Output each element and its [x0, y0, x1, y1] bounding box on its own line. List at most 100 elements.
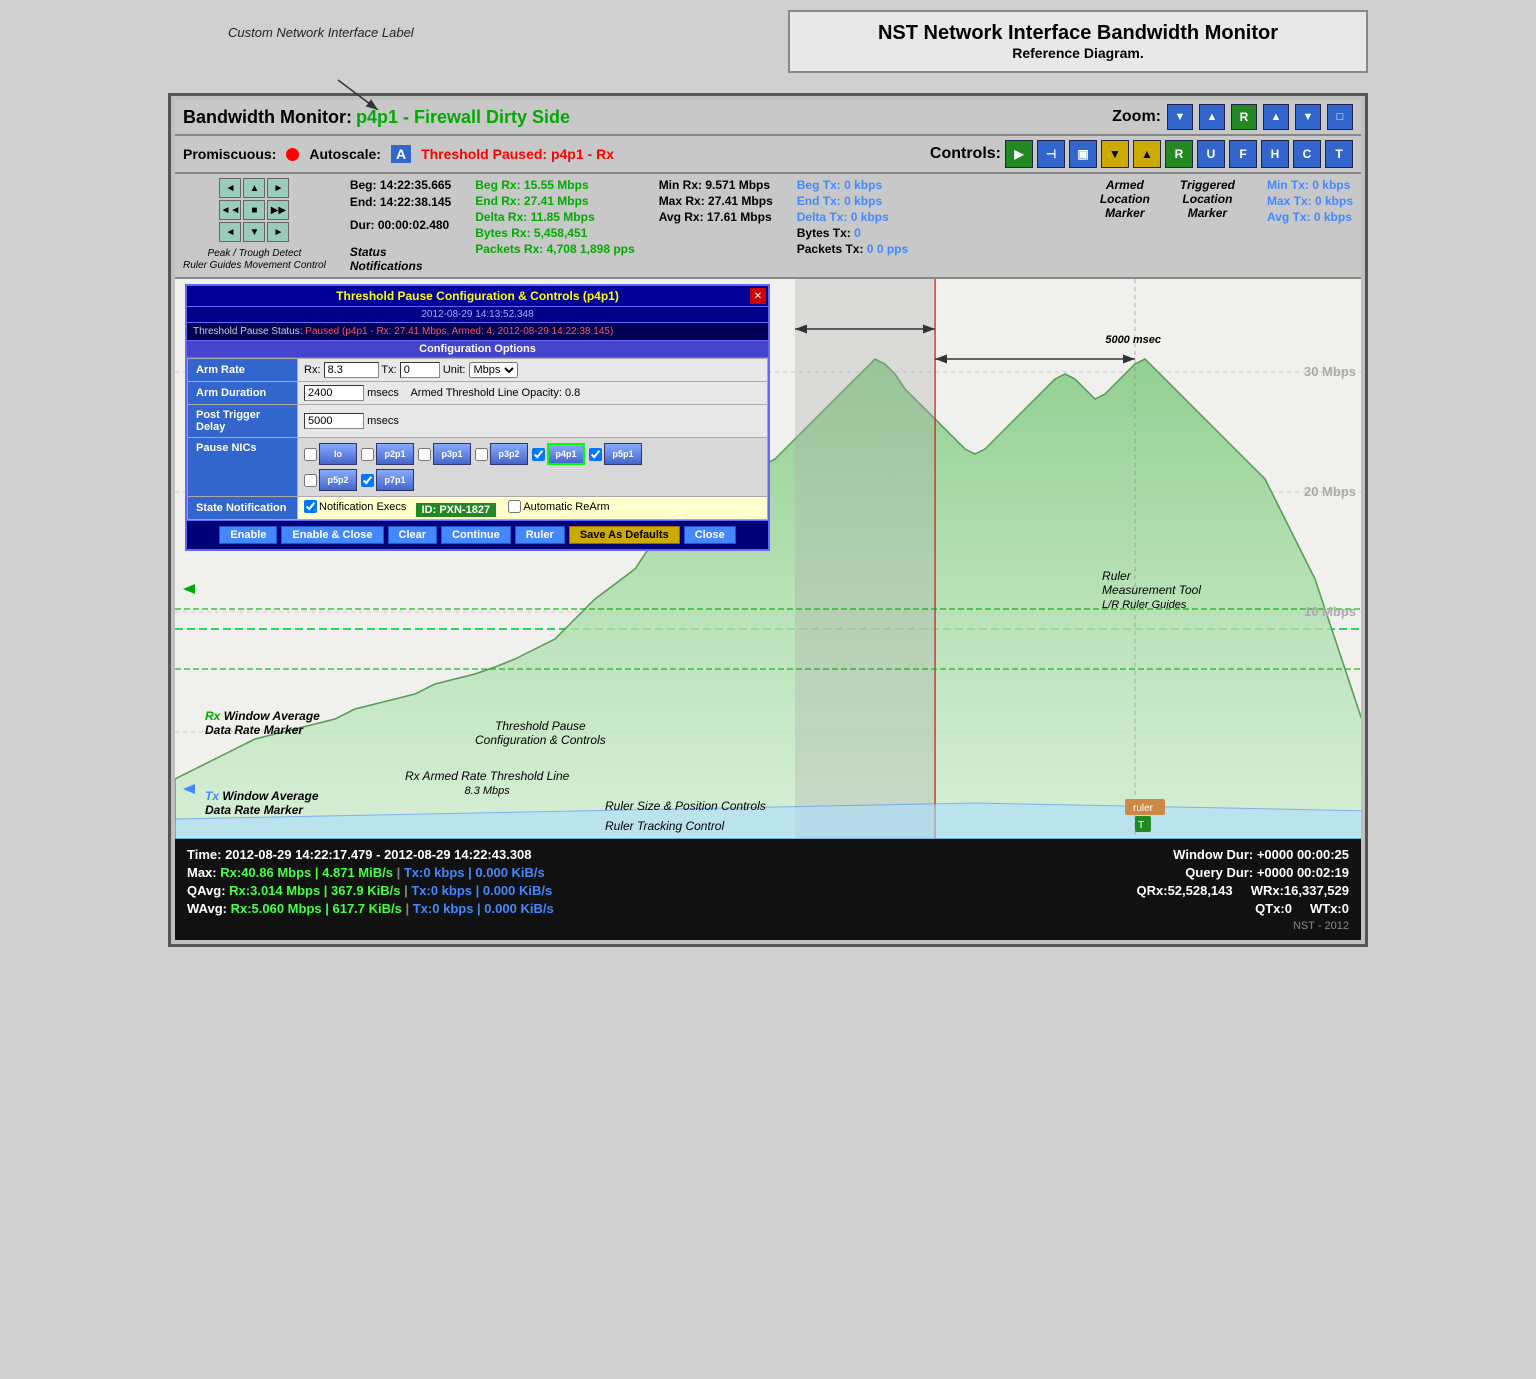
time-stats: Beg: 14:22:35.665 End: 14:22:38.145 Dur:… [350, 178, 451, 273]
popup-buttons-row: Enable Enable & Close Clear Continue Rul… [187, 520, 768, 549]
nic-p7p1-check[interactable] [361, 474, 374, 487]
nic-p5p2[interactable]: p5p2 [304, 469, 357, 491]
nic-p5p1[interactable]: p5p1 [589, 443, 642, 465]
nav-btn-left2[interactable]: ◄ [219, 222, 241, 242]
nav-btn-left-peak[interactable]: ◄ [219, 178, 241, 198]
nic-p3p1[interactable]: p3p1 [418, 443, 471, 465]
nic-p2p1[interactable]: p2p1 [361, 443, 414, 465]
tx-stats: Beg Tx: 0 kbps End Tx: 0 kbps Delta Tx: … [797, 178, 908, 256]
ctrl-btn-f[interactable]: F [1229, 140, 1257, 168]
arm-rate-row: Arm Rate Rx: Tx: Unit: Mbps kbps [188, 359, 768, 382]
nic-lo[interactable]: lo [304, 443, 357, 465]
dur-time: 00:00:02.480 [378, 218, 449, 232]
btn-save-defaults[interactable]: Save As Defaults [569, 526, 680, 544]
nav-btn-next[interactable]: ▶▶ [267, 200, 289, 220]
notification-execs-check-label[interactable]: Notification Execs [304, 500, 406, 513]
zoom-btn-square[interactable]: □ [1327, 104, 1353, 130]
nav-btn-right2[interactable]: ► [267, 222, 289, 242]
ctrl-btn-pause[interactable]: ⊣ [1037, 140, 1065, 168]
bandwidth-monitor-label: Bandwidth Monitor: [183, 107, 352, 128]
zoom-btn-down2[interactable]: ▼ [1295, 104, 1321, 130]
ctrl-btn-u[interactable]: U [1197, 140, 1225, 168]
btn-close[interactable]: Close [684, 526, 736, 544]
auto-rearm-check-label[interactable]: Automatic ReArm [508, 500, 609, 513]
zoom-btn-up[interactable]: ▲ [1199, 104, 1225, 130]
mbps-20-label: 20 Mbps [1304, 484, 1356, 499]
red-dot [286, 148, 299, 161]
popup-header: Threshold Pause Configuration & Controls… [187, 286, 768, 307]
nic-p5p2-check[interactable] [304, 474, 317, 487]
qavg-row: QAvg: Rx:3.014 Mbps | 367.9 KiB/s | Tx:0… [187, 883, 552, 898]
nst-label: NST - 2012 [1293, 920, 1349, 932]
post-trigger-unit: msecs [367, 415, 399, 427]
nic-p2p1-check[interactable] [361, 448, 374, 461]
post-trigger-label: Post Trigger Delay [188, 405, 298, 438]
btn-enable[interactable]: Enable [219, 526, 277, 544]
monitor-header: Bandwidth Monitor: p4p1 - Firewall Dirty… [175, 100, 1361, 136]
nav-btn-down[interactable]: ▼ [243, 222, 265, 242]
nav-btn-right-peak[interactable]: ► [267, 178, 289, 198]
nic-p4p1[interactable]: p4p1 [532, 443, 585, 465]
controls-label: Controls: [930, 145, 1001, 163]
btn-continue[interactable]: Continue [441, 526, 511, 544]
autoscale-badge: A [391, 145, 411, 163]
state-notification-label: State Notification [188, 497, 298, 520]
notification-id-badge: ID: PXN-1827 [416, 503, 496, 517]
ctrl-btn-up[interactable]: ▲ [1133, 140, 1161, 168]
rx-armed-threshold-annotation: Rx Armed Rate Threshold Line 8.3 Mbps [405, 769, 569, 797]
popup-datetime: 2012-08-29 14:13:52.348 [187, 307, 768, 323]
btn-clear[interactable]: Clear [388, 526, 438, 544]
btn-enable-close[interactable]: Enable & Close [281, 526, 383, 544]
interface-name: p4p1 - Firewall Dirty Side [356, 107, 570, 128]
zoom-btn-down[interactable]: ▼ [1167, 104, 1193, 130]
nic-p3p2-check[interactable] [475, 448, 488, 461]
nic-p5p1-check[interactable] [589, 448, 602, 461]
arm-rate-label: Arm Rate [188, 359, 298, 382]
ctrl-btn-down[interactable]: ▼ [1101, 140, 1129, 168]
nav-btn-up[interactable]: ▲ [243, 178, 265, 198]
nic-p3p2[interactable]: p3p2 [475, 443, 528, 465]
post-trigger-input[interactable] [304, 413, 364, 429]
qtx-wtx: QTx:0 WTx:0 [1255, 901, 1349, 916]
threshold-config-annotation: Threshold PauseConfiguration & Controls [475, 719, 606, 747]
nic-p7p1[interactable]: p7p1 [361, 469, 414, 491]
rx-window-avg-annotation: Rx Window AverageData Rate Marker [205, 709, 320, 737]
arm-rate-tx-input[interactable] [400, 362, 440, 378]
popup-status: Threshold Pause Status: Paused (p4p1 - R… [187, 323, 768, 341]
threshold-popup: Threshold Pause Configuration & Controls… [185, 284, 770, 551]
nav-btn-center[interactable]: ■ [243, 200, 265, 220]
promiscuous-label: Promiscuous: [183, 146, 276, 162]
rx-stats: Beg Rx: 15.55 Mbps End Rx: 27.41 Mbps De… [475, 178, 634, 256]
zoom-btn-up2[interactable]: ▲ [1263, 104, 1289, 130]
ctrl-btn-stop[interactable]: ▣ [1069, 140, 1097, 168]
tx-minmaxavg: Min Tx: 0 kbps Max Tx: 0 kbps Avg Tx: 0 … [1267, 178, 1353, 224]
arm-rate-fields: Rx: Tx: Unit: Mbps kbps [298, 359, 768, 382]
annotation-custom-label: Custom Network Interface Label [228, 25, 414, 42]
popup-close-button[interactable]: ✕ [750, 288, 766, 304]
auto-rearm-checkbox[interactable] [508, 500, 521, 513]
post-trigger-row: Post Trigger Delay msecs [188, 405, 768, 438]
arm-duration-input[interactable] [304, 385, 364, 401]
ctrl-btn-play[interactable]: ▶ [1005, 140, 1033, 168]
window-dur: Window Dur: +0000 00:00:25 [1173, 847, 1349, 862]
nic-p3p1-check[interactable] [418, 448, 431, 461]
nic-p4p1-check[interactable] [532, 448, 545, 461]
zoom-btn-r[interactable]: R [1231, 104, 1257, 130]
pause-nics-label: Pause NICs [188, 438, 298, 497]
state-notification-row: State Notification Notification Execs ID… [188, 497, 768, 520]
peak-trough-label: Peak / Trough DetectRuler Guides Movemen… [183, 248, 326, 272]
nic-lo-check[interactable] [304, 448, 317, 461]
max-row: Max: Rx:40.86 Mbps | 4.871 MiB/s | Tx:0 … [187, 865, 545, 880]
ctrl-btn-h[interactable]: H [1261, 140, 1289, 168]
monitor-subheader: Promiscuous: Autoscale: A Threshold Paus… [175, 136, 1361, 174]
nav-btn-prev[interactable]: ◄◄ [219, 200, 241, 220]
ctrl-btn-t[interactable]: T [1325, 140, 1353, 168]
arm-rate-unit-select[interactable]: Mbps kbps [469, 362, 518, 378]
notification-execs-checkbox[interactable] [304, 500, 317, 513]
arm-rate-rx-input[interactable] [324, 362, 379, 378]
btn-ruler[interactable]: Ruler [515, 526, 565, 544]
arm-duration-row: Arm Duration msecs Armed Threshold Line … [188, 382, 768, 405]
arm-duration-fields: msecs Armed Threshold Line Opacity: 0.8 [298, 382, 768, 405]
ctrl-btn-r[interactable]: R [1165, 140, 1193, 168]
ctrl-btn-c[interactable]: C [1293, 140, 1321, 168]
